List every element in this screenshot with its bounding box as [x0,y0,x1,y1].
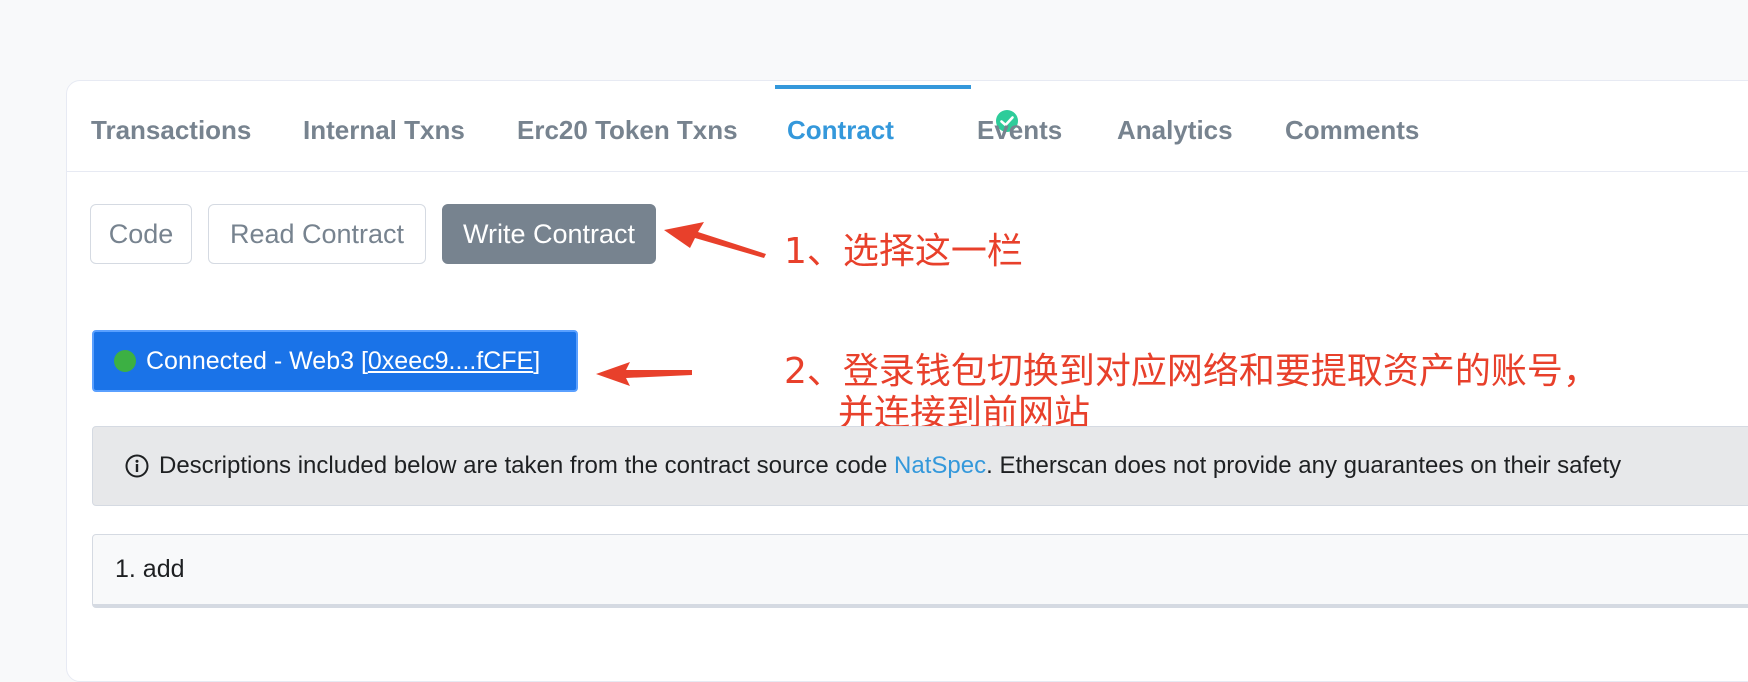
wallet-address-link[interactable]: 0xeec9....fCFE [368,347,533,375]
read-contract-button[interactable]: Read Contract [208,204,426,264]
tab-internal-txns[interactable]: Internal Txns [303,109,465,171]
tab-contract-label: Contract [787,115,894,145]
annotation-step1: 1、选择这一栏 [784,231,1023,272]
function-row-add[interactable]: 1. add [92,534,1748,608]
connected-status-dot-icon [114,350,136,372]
tab-comments[interactable]: Comments [1285,109,1419,171]
tab-erc20-token-txns[interactable]: Erc20 Token Txns [517,109,738,171]
code-button[interactable]: Code [90,204,192,264]
arrow-to-wallet-icon [596,362,692,386]
tab-contract[interactable]: Contract [787,109,1018,171]
notice-text: Descriptions included below are taken fr… [159,452,1622,479]
active-tab-indicator [775,85,971,89]
tab-bar: Transactions Internal Txns Erc20 Token T… [67,81,1748,172]
natspec-link[interactable]: NatSpec [894,452,986,479]
tab-events[interactable]: Events [977,109,1062,171]
info-icon [125,454,149,478]
write-contract-button[interactable]: Write Contract [442,204,656,264]
natspec-notice: Descriptions included below are taken fr… [92,426,1748,506]
tab-transactions[interactable]: Transactions [91,109,251,171]
tab-analytics[interactable]: Analytics [1117,109,1233,171]
wallet-connected-button[interactable]: Connected - Web3 [0xeec9....fCFE] [92,330,578,392]
arrow-to-write-contract-icon [664,222,766,258]
wallet-status-text: Connected - Web3 [0xeec9....fCFE] [146,347,541,375]
